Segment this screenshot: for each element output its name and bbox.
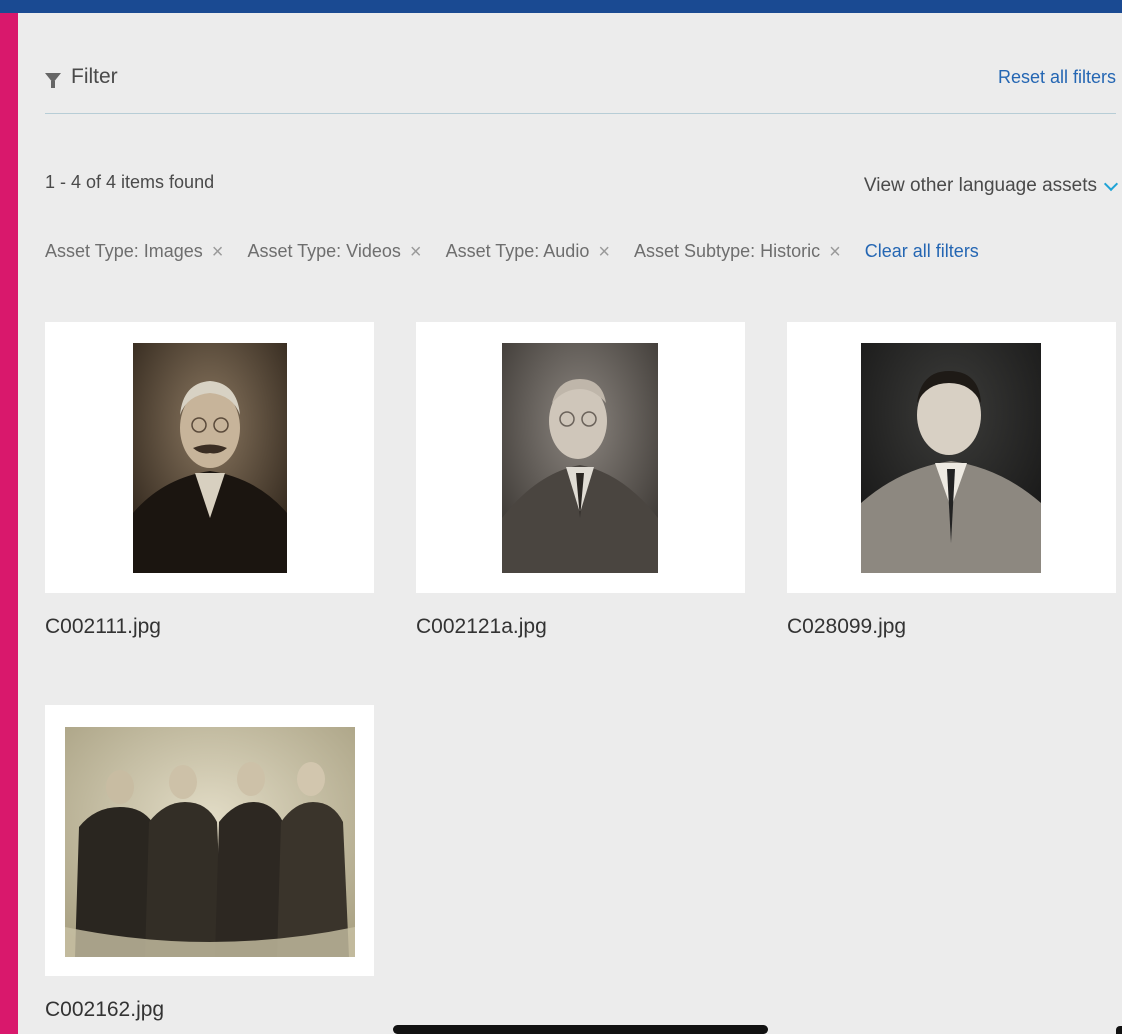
close-icon[interactable]: × (598, 242, 610, 262)
portrait-photo (861, 343, 1041, 573)
portrait-photo (133, 343, 287, 573)
close-icon[interactable]: × (212, 242, 224, 262)
filter-label: Filter (71, 65, 118, 88)
asset-card[interactable]: C002121a.jpg (416, 322, 745, 639)
filter-chip-label: Asset Subtype: Historic (634, 241, 821, 261)
close-icon[interactable]: × (410, 242, 422, 262)
group-photo (65, 727, 355, 957)
portrait-photo (502, 343, 658, 573)
filter-chip-asset-type-videos[interactable]: Asset Type: Videos × (247, 241, 421, 262)
language-toggle-label: View other language assets (863, 175, 1097, 196)
filter-chip-asset-type-images[interactable]: Asset Type: Images × (45, 241, 223, 262)
filter-chip-asset-type-audio[interactable]: Asset Type: Audio × (446, 241, 610, 262)
top-app-bar (0, 0, 1122, 13)
asset-card[interactable]: C002111.jpg (45, 322, 374, 639)
asset-card[interactable]: C002162.jpg (45, 705, 374, 1022)
asset-filename[interactable]: C002111.jpg (45, 615, 374, 639)
chevron-down-icon (1103, 176, 1119, 191)
side-accent-bar (0, 13, 18, 1034)
reset-all-filters-link[interactable]: Reset all filters (998, 67, 1116, 88)
asset-card[interactable]: C028099.jpg (787, 322, 1116, 639)
filter-funnel-icon (45, 73, 61, 88)
close-icon[interactable]: × (829, 242, 841, 262)
filter-toggle[interactable]: Filter (45, 65, 118, 89)
asset-filename[interactable]: C002162.jpg (45, 998, 374, 1022)
asset-thumbnail[interactable] (45, 705, 374, 976)
home-indicator (393, 1025, 768, 1034)
clear-all-filters-link[interactable]: Clear all filters (865, 241, 979, 262)
asset-filename[interactable]: C002121a.jpg (416, 615, 745, 639)
view-other-language-assets-toggle[interactable]: View other language assets (863, 175, 1119, 197)
filter-chip-label: Asset Type: Videos (247, 241, 401, 261)
active-filter-chips: Asset Type: Images × Asset Type: Videos … (45, 241, 979, 262)
filter-header: Filter Reset all filters (45, 60, 1116, 114)
asset-filename[interactable]: C028099.jpg (787, 615, 1116, 639)
asset-thumbnail[interactable] (787, 322, 1116, 593)
filter-chip-label: Asset Type: Audio (445, 241, 590, 261)
filter-chip-label: Asset Type: Images (45, 241, 203, 261)
asset-thumbnail[interactable] (416, 322, 745, 593)
corner-mark (1116, 1026, 1122, 1034)
results-count: 1 - 4 of 4 items found (45, 172, 215, 192)
filter-chip-asset-subtype-historic[interactable]: Asset Subtype: Historic × (634, 241, 841, 262)
asset-thumbnail[interactable] (45, 322, 374, 593)
